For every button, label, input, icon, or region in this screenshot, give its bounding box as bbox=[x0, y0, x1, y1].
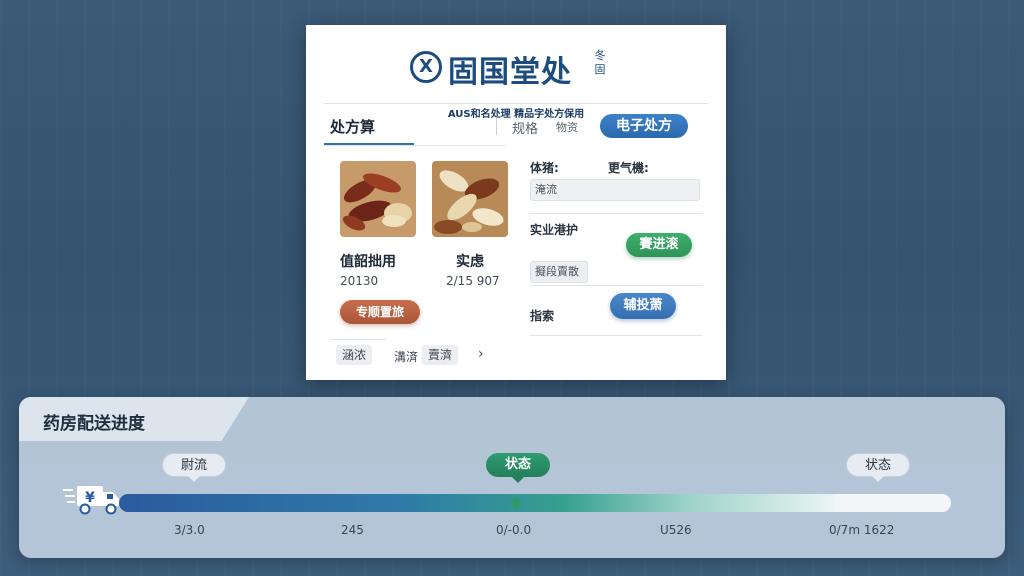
herb-image-1[interactable] bbox=[340, 161, 416, 237]
divider bbox=[530, 285, 702, 286]
herb-number-2: 2/15 907 bbox=[446, 274, 500, 288]
stage-label-1: 尉流 bbox=[162, 453, 226, 482]
tick-label: 0/-0.0 bbox=[496, 523, 532, 537]
panel-title: 药房配送进度 bbox=[43, 414, 145, 434]
divider bbox=[530, 335, 702, 336]
field-label-b: 更气機: bbox=[608, 161, 649, 175]
herb-slices-image bbox=[432, 161, 508, 237]
divider bbox=[324, 103, 708, 104]
current-stage-dot bbox=[511, 498, 521, 508]
tab-e-prescription[interactable]: 电子处方 bbox=[600, 114, 688, 138]
herb-slices-image bbox=[340, 161, 416, 237]
tick-label: 3/3.0 bbox=[174, 523, 205, 537]
prescription-tabs: 处方算 规格 物资 电子处方 bbox=[324, 111, 708, 145]
special-order-chip[interactable]: 专顺置旅 bbox=[340, 300, 420, 324]
tab-spec[interactable]: 规格 bbox=[512, 118, 538, 137]
stage-label-2: 状态 bbox=[486, 453, 550, 483]
delivery-status-pill[interactable]: 賽进滚 bbox=[626, 233, 692, 257]
chevron-right-icon[interactable]: › bbox=[478, 346, 484, 362]
herb-number-1: 20130 bbox=[340, 274, 379, 288]
herb-name-1: 值韶拙用 bbox=[340, 254, 396, 270]
field-label-a: 体猪: bbox=[530, 161, 559, 175]
filter-chip-1[interactable]: 涵浓 bbox=[336, 345, 373, 365]
truck-icon: ¥ bbox=[63, 486, 119, 515]
filter-chip-2[interactable]: 溝済 bbox=[394, 348, 418, 365]
divider bbox=[324, 145, 506, 146]
logo-side-text: 冬固 bbox=[594, 49, 606, 76]
tick-label: U526 bbox=[660, 523, 692, 537]
tab-material[interactable]: 物资 bbox=[556, 119, 578, 135]
filter-chip-3[interactable]: 賣濟 bbox=[422, 345, 459, 365]
delivery-progress-panel: 药房配送进度 ¥ 尉流 状态 状态 3/3.0 245 0/-0.0 U526 … bbox=[19, 397, 1005, 558]
herb-image-2[interactable] bbox=[432, 161, 508, 237]
logo-mark-icon: X bbox=[410, 51, 442, 83]
divider bbox=[330, 339, 386, 340]
prescription-card: X 固国堂处 冬固 AUS和名处理 精品字处方保用 处方算 规格 物资 电子处方 bbox=[306, 25, 726, 380]
tick-label: 0/7m 1622 bbox=[829, 523, 895, 537]
field-label-c: 实业港护 bbox=[530, 223, 579, 237]
currency-icon: ¥ bbox=[85, 490, 95, 506]
field-b-chip[interactable]: 擬段賣散 bbox=[530, 261, 588, 283]
divider bbox=[530, 213, 702, 214]
progress-fill bbox=[119, 494, 835, 512]
tab-prescription[interactable]: 处方算 bbox=[330, 116, 375, 137]
tick-label: 245 bbox=[341, 523, 364, 537]
tab-separator bbox=[496, 117, 497, 135]
field-label-d: 指索 bbox=[530, 309, 555, 323]
confirm-pill-button[interactable]: 辅投萧 bbox=[610, 293, 676, 319]
herb-name-2: 实虑 bbox=[456, 254, 484, 270]
logo-title: 固国堂处 bbox=[448, 55, 572, 90]
field-a-input[interactable]: 淹流 bbox=[530, 179, 700, 201]
logo: X 固国堂处 冬固 AUS和名处理 精品字处方保用 bbox=[306, 45, 726, 120]
stage-label-3: 状态 bbox=[846, 453, 910, 482]
